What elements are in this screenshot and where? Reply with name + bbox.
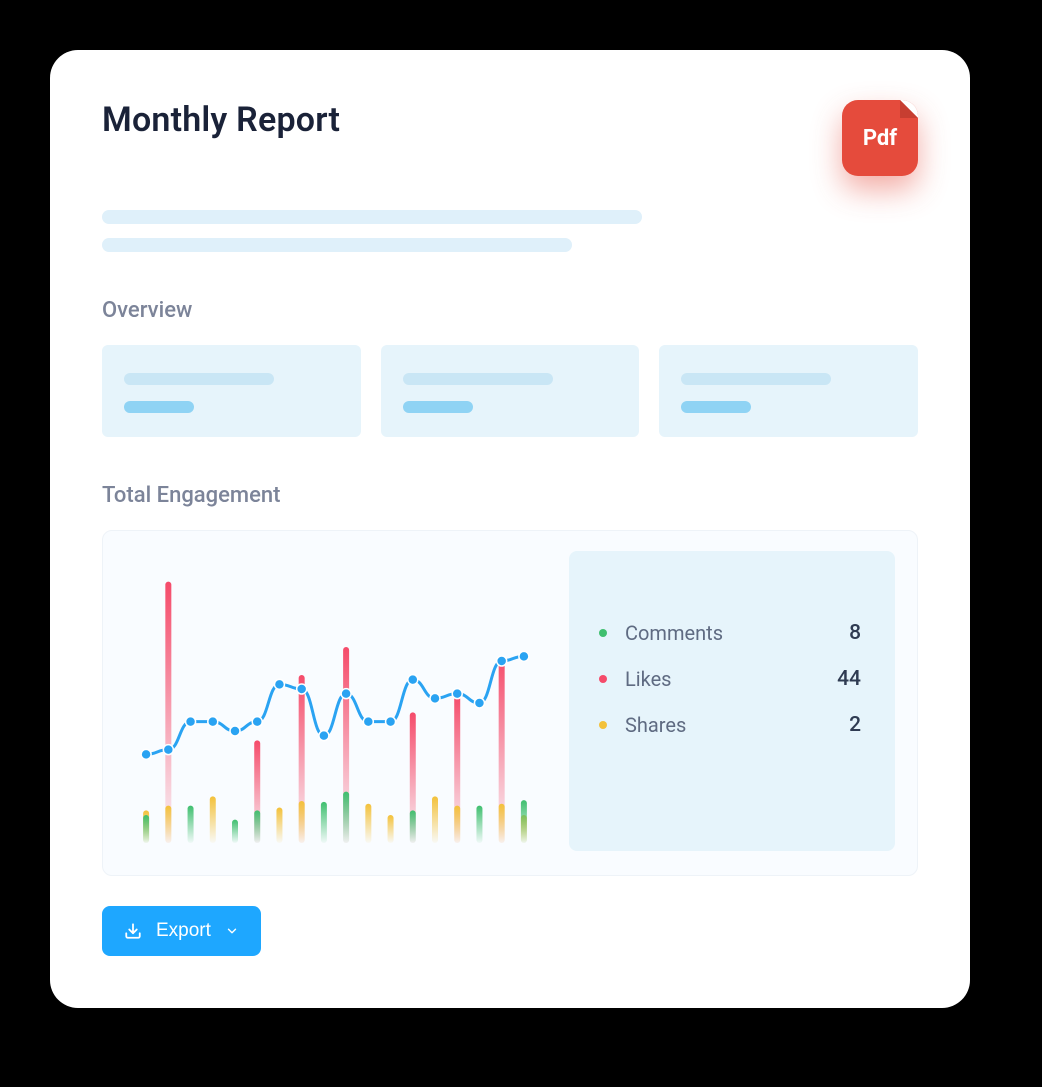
overview-card xyxy=(659,345,918,437)
export-button[interactable]: Export xyxy=(102,906,261,956)
skeleton-line xyxy=(681,401,751,413)
skeleton-line xyxy=(681,373,831,385)
legend-label: Shares xyxy=(625,713,849,737)
legend-item-comments: Comments 8 xyxy=(599,621,861,645)
engagement-chart xyxy=(125,551,545,851)
skeleton-line xyxy=(403,373,553,385)
page-fold-icon xyxy=(900,100,918,118)
report-card: Monthly Report Pdf Overview Total Engage… xyxy=(50,50,970,1008)
dot-icon xyxy=(599,721,607,729)
legend-item-shares: Shares 2 xyxy=(599,713,861,737)
pdf-badge[interactable]: Pdf xyxy=(842,100,918,176)
legend-label: Comments xyxy=(625,621,849,645)
page-title: Monthly Report xyxy=(102,100,340,140)
dot-icon xyxy=(599,629,607,637)
overview-card xyxy=(102,345,361,437)
engagement-label: Total Engagement xyxy=(102,483,918,508)
overview-cards xyxy=(102,345,918,437)
legend-value: 8 xyxy=(849,621,861,645)
chevron-down-icon xyxy=(225,924,239,938)
skeleton-line xyxy=(124,401,194,413)
skeleton-line xyxy=(403,401,473,413)
dot-icon xyxy=(599,675,607,683)
overview-card xyxy=(381,345,640,437)
overview-label: Overview xyxy=(102,298,918,323)
legend-value: 44 xyxy=(837,667,861,691)
skeleton-line xyxy=(102,238,572,252)
download-icon xyxy=(124,922,142,940)
skeleton-line xyxy=(102,210,642,224)
pdf-badge-label: Pdf xyxy=(863,126,897,151)
header-row: Monthly Report Pdf xyxy=(102,100,918,176)
chart-legend: Comments 8 Likes 44 Shares 2 xyxy=(569,551,895,851)
legend-item-likes: Likes 44 xyxy=(599,667,861,691)
description-skeleton xyxy=(102,210,918,252)
skeleton-line xyxy=(124,373,274,385)
legend-value: 2 xyxy=(849,713,861,737)
export-label: Export xyxy=(156,920,211,942)
chart-panel: Comments 8 Likes 44 Shares 2 xyxy=(102,530,918,876)
legend-label: Likes xyxy=(625,667,837,691)
